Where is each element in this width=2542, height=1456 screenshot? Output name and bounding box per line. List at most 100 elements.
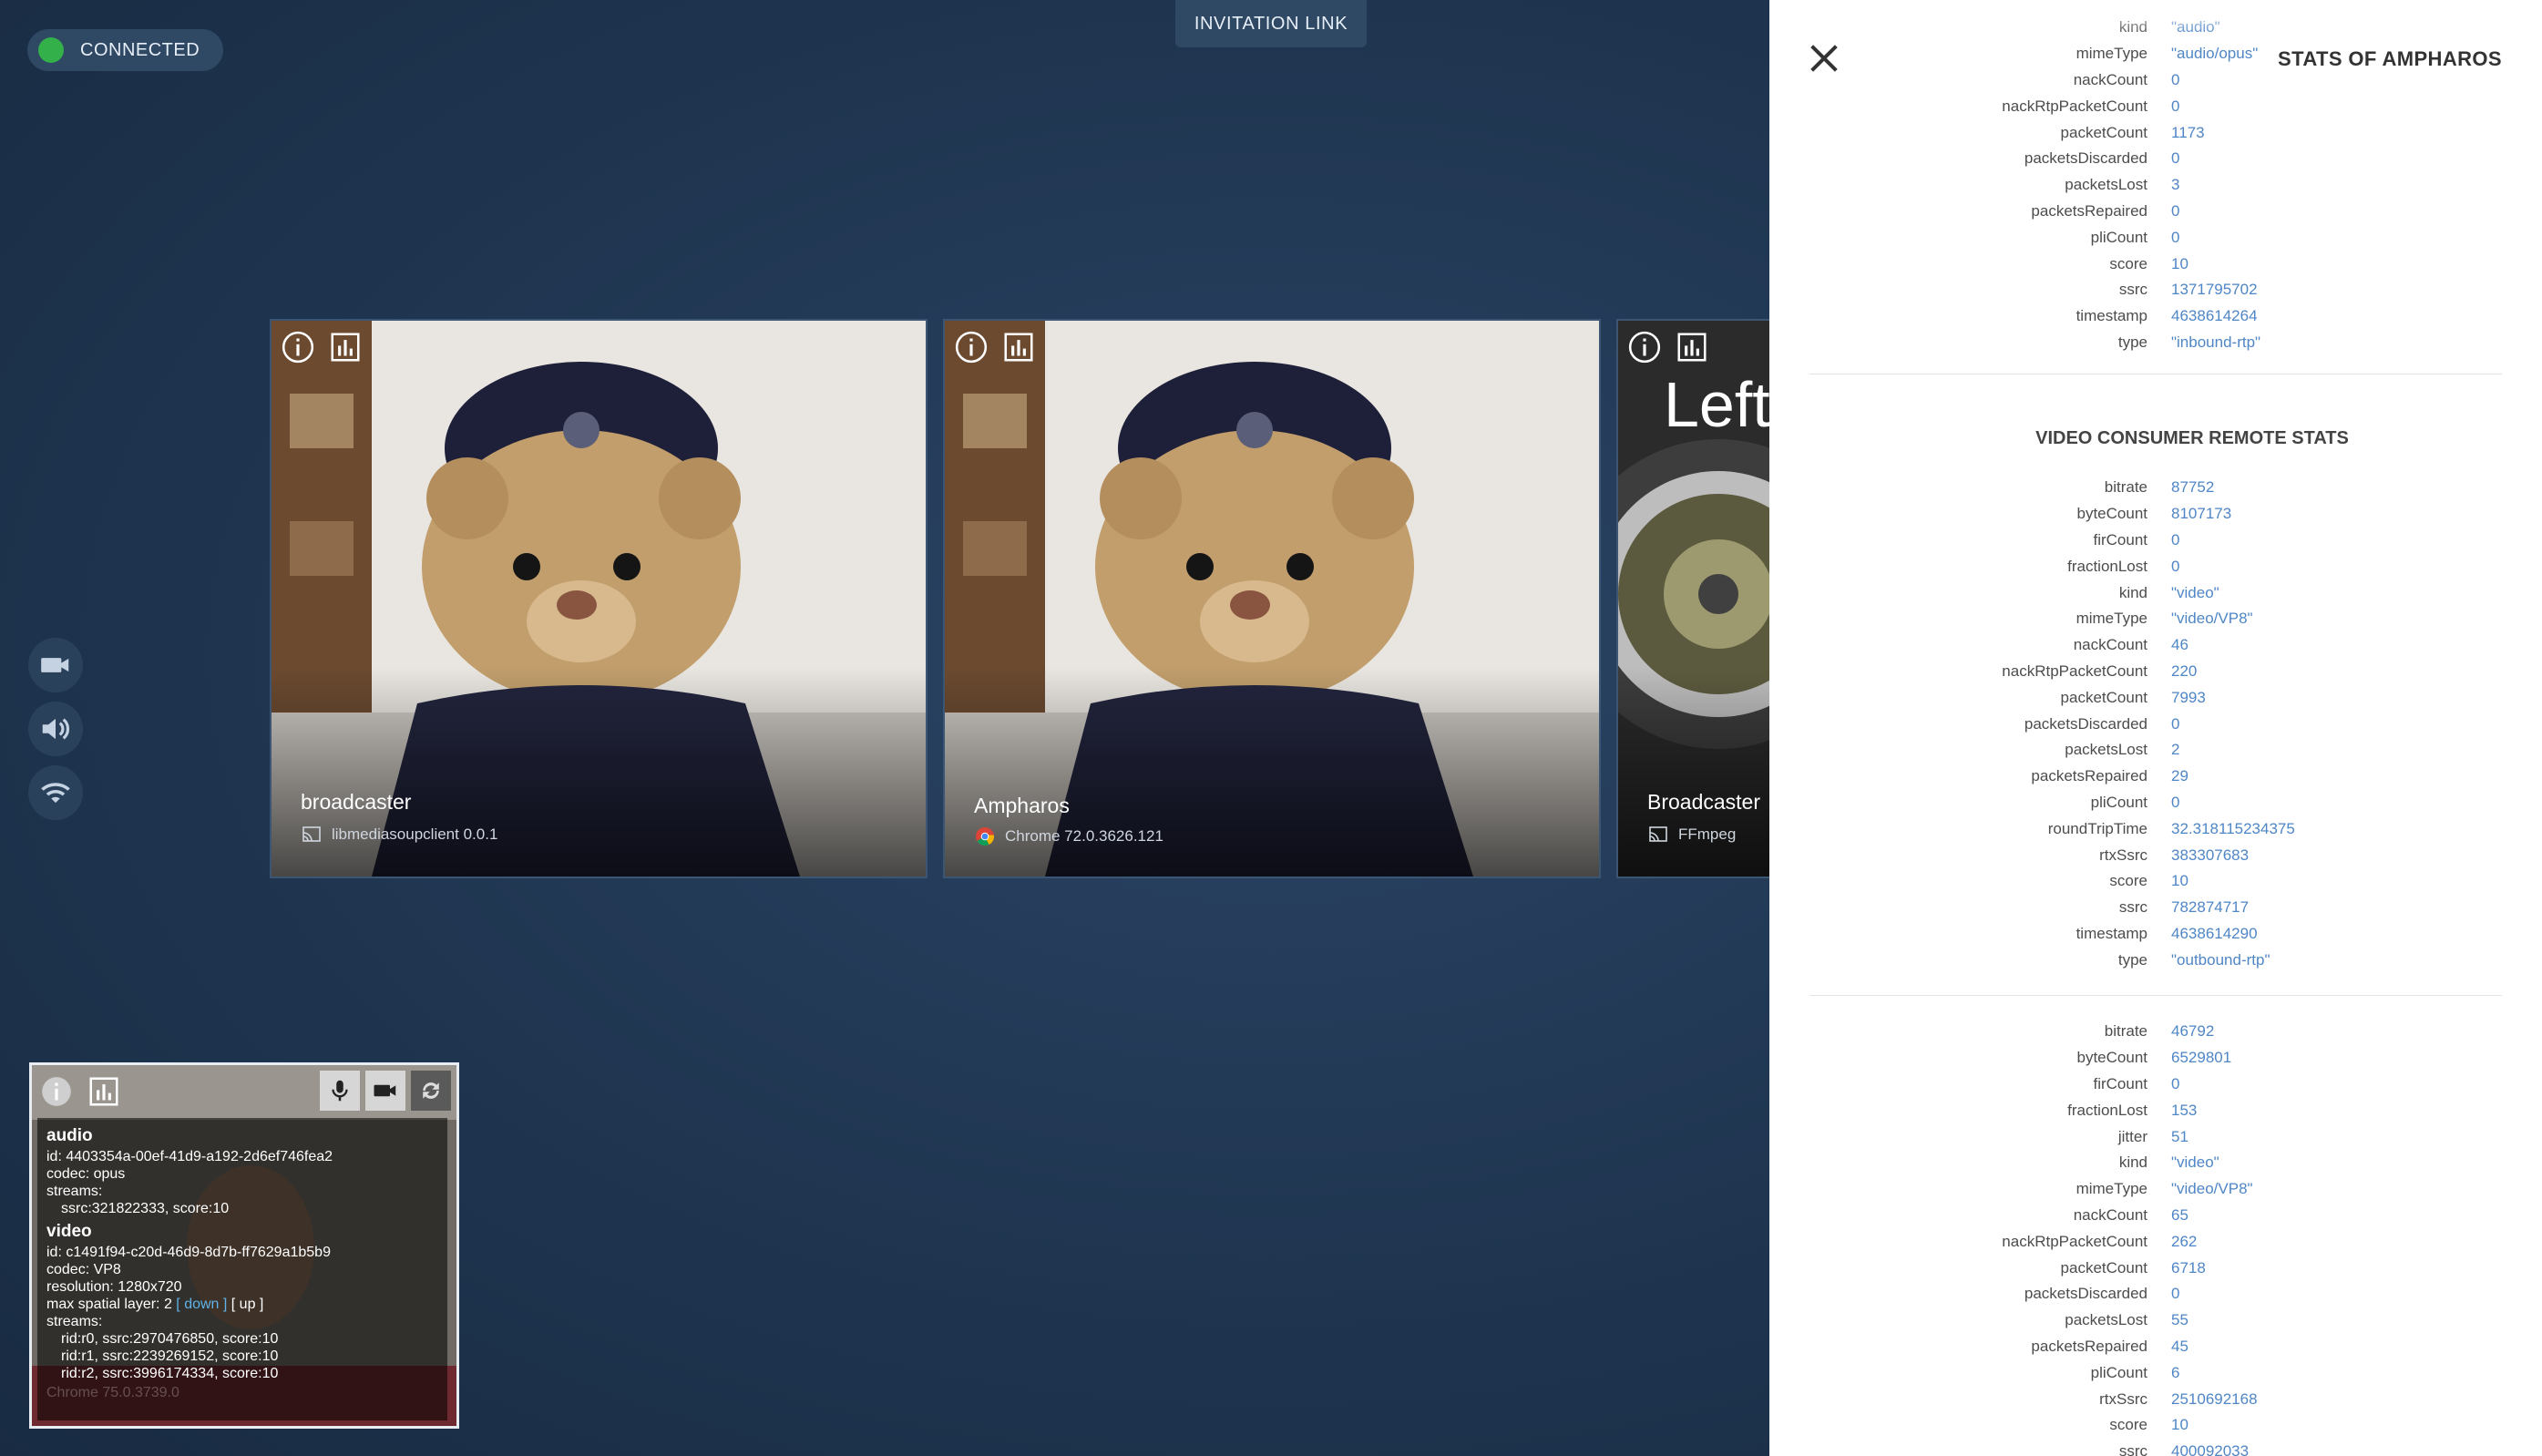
stat-row: mimeType "video/VP8": [1769, 606, 2542, 632]
stat-row: packetsRepaired 45: [1769, 1334, 2542, 1360]
stat-value: 0: [2171, 201, 2180, 220]
connection-badge: CONNECTED: [27, 29, 224, 71]
stats-button[interactable]: [1001, 330, 1036, 364]
stats-icon: [1677, 333, 1707, 362]
connected-indicator-icon: [38, 37, 64, 63]
stat-row: packetsLost 55: [1769, 1307, 2542, 1334]
audio-id: id: 4403354a-00ef-41d9-a192-2d6ef746fea2: [46, 1149, 333, 1164]
audio-codec: codec: opus: [46, 1166, 126, 1182]
stat-value: "inbound-rtp": [2171, 333, 2261, 351]
stat-value: 45: [2171, 1337, 2188, 1355]
overlay-left-text: Left: [1664, 369, 1770, 440]
stat-row: mimeType "video/VP8": [1769, 1176, 2542, 1203]
stat-value: 6: [2171, 1363, 2180, 1381]
stat-value: 29: [2171, 767, 2188, 785]
info-button[interactable]: [281, 330, 315, 364]
stat-key: packetsDiscarded: [2024, 1285, 2147, 1303]
audio-toggle-button[interactable]: [28, 702, 83, 756]
peer-device: FFmpeg: [1647, 824, 1736, 846]
stat-value: "video": [2171, 1154, 2219, 1172]
peer-tile: Ampharos Chrome 72.0.3626.121: [943, 319, 1601, 878]
stat-value: 10: [2171, 254, 2188, 272]
stat-value: 220: [2171, 661, 2198, 680]
video-heading: video: [46, 1222, 92, 1241]
network-stats-button[interactable]: [28, 765, 83, 820]
stats-button[interactable]: [328, 330, 363, 364]
video-stream: rid:r0, ssrc:2970476850, score:10: [61, 1331, 279, 1347]
stat-row: type "inbound-rtp": [1769, 330, 2542, 356]
stat-key: fractionLost: [2067, 557, 2147, 575]
mic-toggle-button[interactable]: [320, 1071, 360, 1111]
peer-device-label: libmediasoupclient 0.0.1: [332, 825, 498, 843]
layer-up-link[interactable]: [ up ]: [231, 1297, 264, 1312]
stat-value: 0: [2171, 97, 2180, 115]
stat-row: fractionLost 0: [1769, 553, 2542, 579]
stat-value: 87752: [2171, 478, 2215, 497]
stat-key: packetsRepaired: [2031, 767, 2147, 785]
stat-row: fractionLost 153: [1769, 1097, 2542, 1123]
stat-value: 65: [2171, 1205, 2188, 1224]
stat-value: 55: [2171, 1311, 2188, 1329]
stat-row: bitrate 87752: [1769, 475, 2542, 501]
stat-key: packetsRepaired: [2031, 1337, 2147, 1355]
stat-row: nackRtpPacketCount 262: [1769, 1228, 2542, 1255]
stat-key: rtxSsrc: [2099, 1389, 2147, 1408]
stat-key: firCount: [2093, 530, 2147, 549]
info-icon[interactable]: [39, 1074, 74, 1109]
info-button[interactable]: [954, 330, 989, 364]
stat-value: 4638614264: [2171, 307, 2258, 325]
stat-value: 51: [2171, 1127, 2188, 1145]
info-button[interactable]: [1627, 330, 1662, 364]
stat-key: pliCount: [2090, 793, 2147, 811]
stat-key: score: [2109, 1416, 2147, 1434]
stat-value: "video/VP8": [2171, 610, 2253, 628]
stats-icon: [331, 333, 360, 362]
stat-value: "outbound-rtp": [2171, 950, 2270, 969]
peer-name: broadcaster: [301, 790, 412, 814]
stat-row: packetsLost 2: [1769, 737, 2542, 764]
refresh-icon: [423, 1082, 439, 1099]
change-webcam-button[interactable]: [411, 1071, 451, 1111]
stat-key: ssrc: [2118, 281, 2147, 299]
scroll-fade: [1769, 0, 2542, 36]
stat-value: 262: [2171, 1232, 2198, 1250]
max-spatial-layer-label: max spatial layer: 2: [46, 1297, 172, 1312]
peer-name: Ampharos: [974, 794, 1070, 817]
layer-down-link[interactable]: [ down ]: [176, 1297, 227, 1312]
stat-key: nackRtpPacketCount: [2002, 97, 2147, 115]
stat-value: 0: [2171, 793, 2180, 811]
stat-row: type "outbound-rtp": [1769, 947, 2542, 973]
video-codec: codec: VP8: [46, 1262, 121, 1277]
stats-button[interactable]: [1675, 330, 1709, 364]
stat-value: 0: [2171, 1074, 2180, 1092]
peer-name: Broadcaster: [1647, 790, 1761, 814]
stat-value: 10: [2171, 872, 2188, 890]
stat-row: byteCount 8107173: [1769, 501, 2542, 528]
stat-value: 32.318115234375: [2171, 819, 2295, 837]
cast-icon: [302, 826, 321, 842]
camera-icon: [374, 1084, 396, 1097]
stat-value: 7993: [2171, 688, 2206, 706]
invitation-link-button[interactable]: INVITATION LINK: [1175, 0, 1367, 47]
stat-value: 0: [2171, 530, 2180, 549]
stat-key: kind: [2118, 583, 2147, 601]
stat-value: 8107173: [2171, 505, 2232, 523]
stats-panel: kind"audio"mimeType"audio/opus"nackCount…: [1769, 0, 2542, 1456]
info-icon: [955, 331, 988, 364]
stat-row: packetsRepaired 0: [1769, 199, 2542, 225]
webcam-toggle-button[interactable]: [28, 638, 83, 692]
stats-icon[interactable]: [87, 1074, 121, 1109]
video-id: id: c1491f94-c20d-46d9-8d7b-ff7629a1b5b9: [46, 1245, 331, 1260]
stat-row: packetsDiscarded 0: [1769, 711, 2542, 737]
info-icon: [1628, 331, 1661, 364]
close-icon[interactable]: [1806, 40, 1842, 77]
camera-toggle-button[interactable]: [365, 1071, 405, 1111]
peer-device-label: Chrome 72.0.3626.121: [1005, 827, 1163, 845]
stat-key: mimeType: [2076, 1180, 2147, 1198]
stat-row: nackRtpPacketCount 220: [1769, 659, 2542, 685]
stat-value: 782874717: [2171, 898, 2250, 917]
stat-value: 0: [2171, 149, 2180, 168]
stat-row: ssrc 1371795702: [1769, 277, 2542, 303]
peer-tile: broadcaster libmediasoupclient 0.0.1: [270, 319, 928, 878]
stat-row: timestamp 4638614290: [1769, 921, 2542, 948]
